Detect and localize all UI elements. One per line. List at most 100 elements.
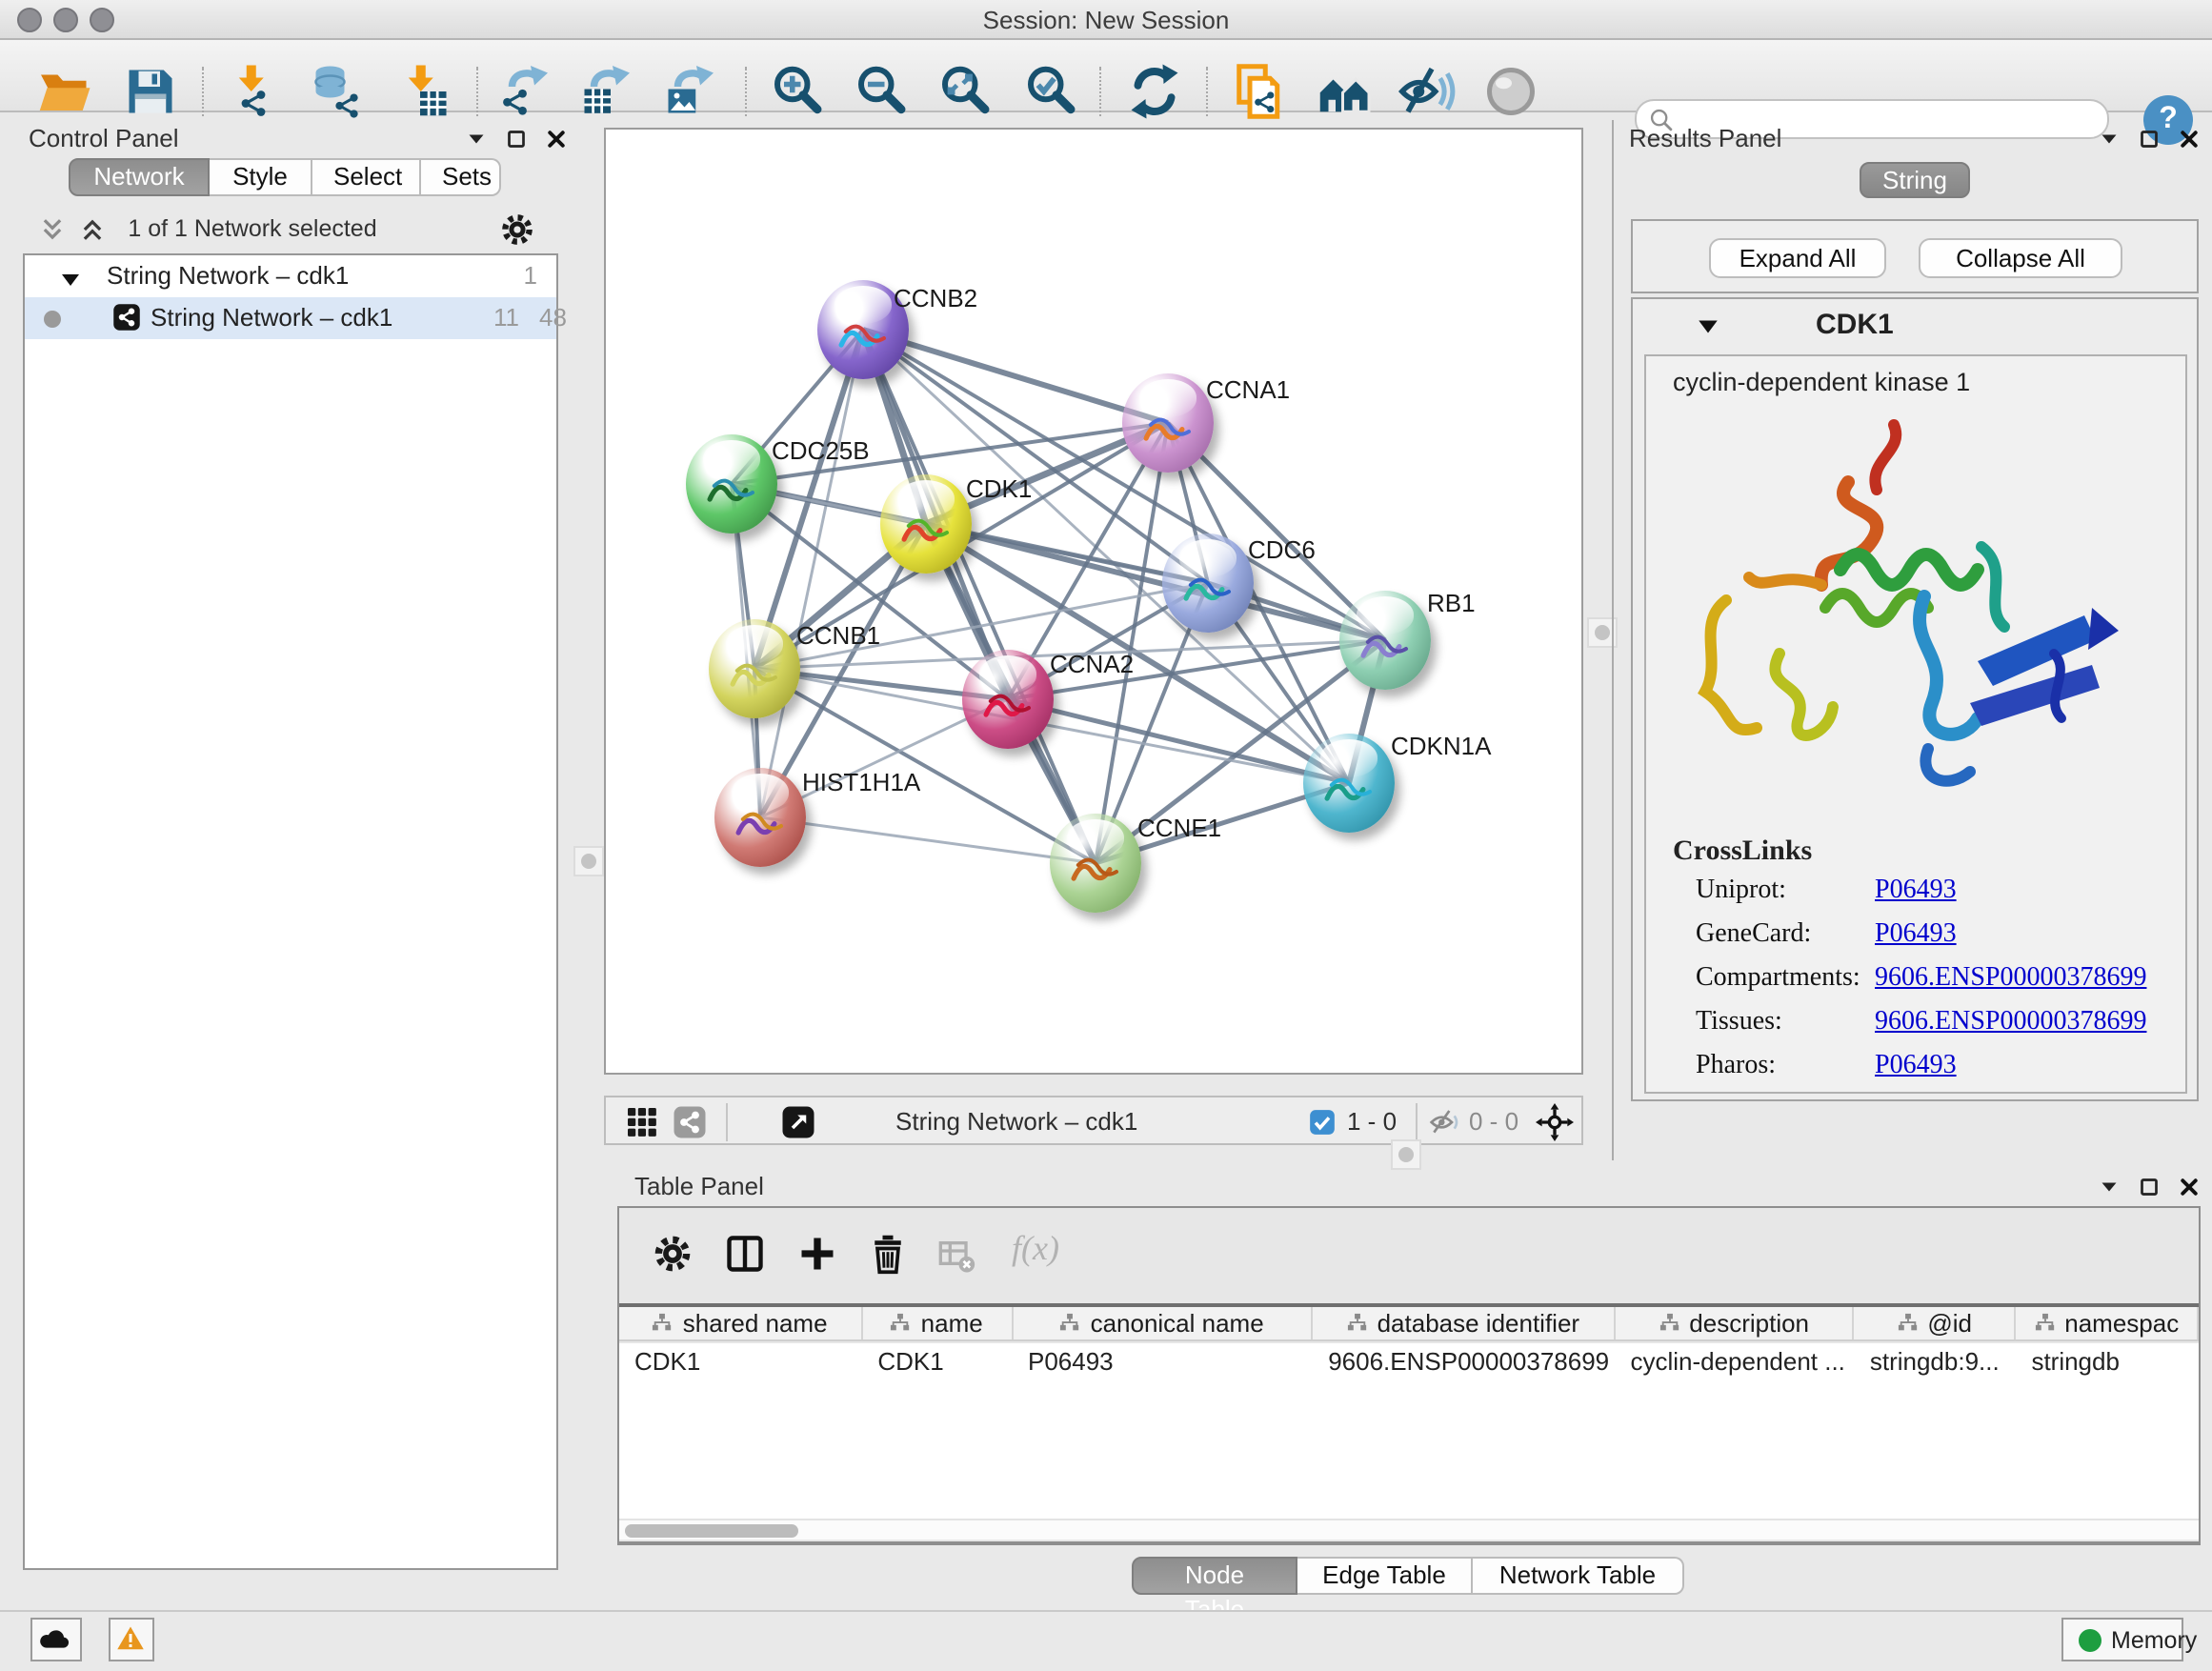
panel-menu-icon[interactable] (2098, 1176, 2121, 1198)
panel-float-icon[interactable] (505, 128, 528, 151)
refresh-icon[interactable] (1126, 63, 1183, 120)
birds-eye-grid-icon[interactable] (625, 1105, 659, 1139)
show-all-icon[interactable] (1482, 63, 1539, 120)
crosslink-value-link[interactable]: P06493 (1875, 1052, 1957, 1082)
panel-float-icon[interactable] (2138, 128, 2161, 151)
zoom-out-icon[interactable] (854, 63, 911, 120)
network-node-cdc25b[interactable] (686, 434, 777, 534)
network-node-rb1[interactable] (1339, 591, 1431, 690)
panel-menu-icon[interactable] (2098, 128, 2121, 151)
column-header-shared-name[interactable]: shared name (619, 1307, 862, 1339)
column-header-name[interactable]: name (862, 1307, 1013, 1339)
save-session-icon[interactable] (122, 63, 179, 120)
zoom-selected-icon[interactable] (1023, 63, 1080, 120)
table-cell[interactable]: CDK1 (862, 1343, 1013, 1381)
left-splitter-handle[interactable] (573, 846, 604, 876)
import-network-icon[interactable] (227, 63, 284, 120)
collapse-all-button[interactable]: Collapse All (1919, 238, 2122, 278)
crosslink-value-link[interactable]: P06493 (1875, 920, 1957, 951)
column-attribute-icon (653, 1313, 674, 1334)
memory-button[interactable]: Memory (2061, 1618, 2183, 1661)
open-in-new-window-icon[interactable] (781, 1105, 815, 1139)
column-header-label: description (1689, 1309, 1809, 1338)
protein-ribbon-thumbnail (834, 312, 892, 363)
zoom-fit-icon[interactable] (937, 63, 995, 120)
tab-sets[interactable]: Sets (421, 158, 501, 196)
tab-edge-table[interactable]: Edge Table (1297, 1557, 1473, 1595)
memory-label: Memory (2111, 1627, 2197, 1654)
import-network-database-icon[interactable] (309, 63, 366, 120)
tab-style[interactable]: Style (210, 158, 312, 196)
toolbar-divider (1099, 67, 1101, 116)
create-column-plus-icon[interactable] (796, 1233, 838, 1275)
warning-button[interactable] (109, 1618, 154, 1661)
table-cell[interactable]: cyclin-dependent ... (1615, 1343, 1854, 1381)
crosslink-value-link[interactable]: 9606.ENSP00000378699 (1875, 964, 2146, 995)
panel-menu-icon[interactable] (465, 128, 488, 151)
network-node-cdc6[interactable] (1162, 534, 1254, 633)
network-edge[interactable] (863, 330, 1168, 423)
network-options-gear-icon[interactable] (499, 211, 535, 253)
show-columns-icon[interactable] (724, 1233, 766, 1275)
column-header-namespac[interactable]: namespac (2016, 1307, 2199, 1339)
network-collection-row[interactable]: String Network – cdk1 1 (25, 255, 556, 297)
panel-close-icon[interactable] (2178, 1176, 2201, 1198)
network-node-ccna1[interactable] (1122, 373, 1214, 473)
network-node-hist1h1a[interactable] (714, 768, 806, 867)
expand-all-button[interactable]: Expand All (1709, 238, 1886, 278)
cloud-button[interactable] (30, 1618, 82, 1661)
network-node-ccna2[interactable] (962, 650, 1054, 749)
network-node-cdkn1a[interactable] (1303, 734, 1395, 833)
crosslink-label: Uniprot: (1696, 876, 1786, 907)
delete-column-trash-icon[interactable] (867, 1233, 909, 1275)
network-edge[interactable] (760, 817, 1096, 863)
node-label-ccnb1: CCNB1 (796, 621, 880, 650)
gene-description: cyclin-dependent kinase 1 (1673, 368, 1970, 396)
table-options-gear-icon[interactable] (652, 1233, 694, 1275)
table-cell[interactable]: 9606.ENSP00000378699 (1313, 1343, 1615, 1381)
table-horizontal-scrollbar[interactable] (619, 1519, 2199, 1540)
crosslink-value-link[interactable]: 9606.ENSP00000378699 (1875, 1008, 2146, 1038)
scrollbar-thumb[interactable] (625, 1524, 798, 1538)
panel-float-icon[interactable] (2138, 1176, 2161, 1198)
table-cell[interactable]: stringdb:9... (1855, 1343, 2017, 1381)
network-node-ccne1[interactable] (1050, 814, 1141, 913)
network-share-gray-icon[interactable] (673, 1105, 707, 1139)
network-list: String Network – cdk1 1 String Network –… (23, 253, 558, 1570)
zoom-in-icon[interactable] (770, 63, 827, 120)
table-cell[interactable]: CDK1 (619, 1343, 862, 1381)
hidden-node-edge-counts: 0 - 0 (1469, 1107, 1518, 1136)
fit-content-crosshair-icon[interactable] (1536, 1103, 1574, 1141)
export-network-icon[interactable] (495, 63, 553, 120)
tab-select[interactable]: Select (312, 158, 421, 196)
tab-network-table[interactable]: Network Table (1473, 1557, 1684, 1595)
network-view-canvas[interactable]: CCNB2 CCNA1 CDC25B CDK1 CDC6 RB1 CCNB1 (604, 128, 1583, 1075)
export-table-icon[interactable] (577, 63, 634, 120)
hide-selected-icon[interactable] (1398, 63, 1456, 120)
network-node-ccnb1[interactable] (709, 619, 800, 718)
column-header-description[interactable]: description (1615, 1307, 1854, 1339)
table-cell[interactable]: stringdb (2016, 1343, 2199, 1381)
panel-close-icon[interactable] (2178, 128, 2201, 151)
network-row-selected[interactable]: String Network – cdk1 11 48 (25, 297, 556, 339)
column-header-id[interactable]: @id (1855, 1307, 2017, 1339)
first-neighbors-icon[interactable] (1317, 63, 1374, 120)
table-cell[interactable]: P06493 (1013, 1343, 1313, 1381)
column-header-database-identifier[interactable]: database identifier (1313, 1307, 1615, 1339)
selected-checkbox-icon[interactable] (1309, 1109, 1336, 1136)
panel-close-icon[interactable] (545, 128, 568, 151)
export-image-icon[interactable] (661, 63, 718, 120)
tab-string[interactable]: String (1860, 162, 1970, 198)
open-file-icon[interactable] (36, 63, 93, 120)
new-network-from-selection-icon[interactable] (1231, 63, 1288, 120)
import-table-icon[interactable] (396, 63, 453, 120)
section-collapse-icon[interactable] (1696, 314, 1720, 345)
tab-node-table[interactable]: Node Table (1132, 1557, 1297, 1595)
tab-network[interactable]: Network (69, 158, 210, 196)
column-header-canonical-name[interactable]: canonical name (1013, 1307, 1313, 1339)
column-header-label: @id (1927, 1309, 1972, 1338)
crosslink-value-link[interactable]: P06493 (1875, 876, 1957, 907)
network-node-cdk1[interactable] (880, 474, 972, 574)
results-panel-title: Results Panel (1629, 124, 1781, 152)
table-row[interactable]: CDK1CDK1P064939606.ENSP00000378699cyclin… (619, 1343, 2199, 1381)
